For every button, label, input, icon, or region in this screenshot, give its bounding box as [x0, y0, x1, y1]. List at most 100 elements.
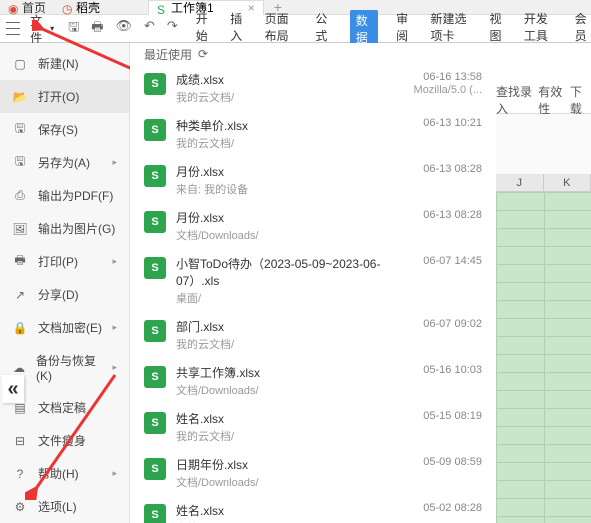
daoke-icon: ◷	[62, 2, 72, 12]
file-name: 月份.xlsx	[176, 163, 382, 180]
undo-icon[interactable]: ↶	[144, 18, 155, 40]
toolbar-download[interactable]: 下载	[570, 83, 591, 117]
sidebar-item-saveas[interactable]: 🖫 另存为(A) ▸	[0, 146, 129, 179]
ribbon-tab-formula[interactable]: 公式	[315, 10, 331, 48]
file-menu-dropdown[interactable]: 文件 ▾	[26, 12, 58, 46]
file-date: 05-02 08:28	[392, 502, 482, 514]
file-row[interactable]: S部门.xlsx我的云文档/06-07 09:02	[130, 312, 496, 358]
file-path: 文档/Downloads/	[176, 382, 382, 398]
file-row[interactable]: S种类单价.xlsx我的云文档/06-13 10:21	[130, 111, 496, 157]
col-header-j[interactable]: J	[496, 174, 544, 191]
sidebar-item-print[interactable]: 🖶 打印(P) ▸	[0, 245, 129, 278]
gear-icon: ⚙	[12, 499, 28, 515]
sidebar-label-save: 保存(S)	[38, 121, 78, 138]
ribbon-tab-devtools[interactable]: 开发工具	[524, 10, 557, 48]
spreadsheet-file-icon: S	[144, 458, 166, 480]
saveas-icon: 🖫	[12, 155, 28, 171]
grid-column-headers: J K	[496, 174, 591, 192]
spreadsheet-file-icon: S	[144, 257, 166, 279]
sidebar-item-options[interactable]: ⚙ 选项(L)	[0, 490, 129, 523]
file-name: 月份.xlsx	[176, 209, 382, 226]
recent-label: 最近使用	[144, 46, 192, 63]
sidebar-label-backup: 备份与恢复(K)	[36, 352, 102, 383]
ribbon-tab-review[interactable]: 审阅	[396, 10, 412, 48]
col-header-k[interactable]: K	[544, 174, 591, 191]
file-row[interactable]: S成绩.xlsx我的云文档/06-16 13:58Mozilla/5.0 (..…	[130, 65, 496, 111]
file-row[interactable]: S姓名.xlsx文档/Downloads/05-02 08:28	[130, 496, 496, 523]
recent-files-panel: 最近使用 ⟳ S成绩.xlsx我的云文档/06-16 13:58Mozilla/…	[130, 43, 496, 523]
sidebar-label-exportimage: 输出为图片(G)	[38, 220, 115, 237]
file-row[interactable]: S小智ToDo待办（2023-05-09~2023-06-07）.xls桌面/0…	[130, 249, 496, 312]
file-row[interactable]: S日期年份.xlsx文档/Downloads/05-09 08:59	[130, 450, 496, 496]
save-icon[interactable]: 🖫	[68, 18, 79, 40]
file-date: 06-13 08:28	[392, 163, 482, 175]
sidebar-label-encrypt: 文档加密(E)	[38, 319, 102, 336]
refresh-icon[interactable]: ⟳	[198, 47, 208, 61]
save-icon: 🖫	[12, 122, 28, 138]
ribbon-tab-insert[interactable]: 插入	[230, 10, 246, 48]
file-row[interactable]: S共享工作簿.xlsx文档/Downloads/05-16 10:03	[130, 358, 496, 404]
spreadsheet-file-icon: S	[144, 165, 166, 187]
ribbon-tabs: 开始 插入 页面布局 公式 数据 审阅 新建选项卡 视图 开发工具 会员	[196, 10, 591, 48]
collapse-chevron-icon[interactable]: «	[2, 375, 24, 403]
toolbar-validity[interactable]: 有效性	[538, 83, 570, 117]
recent-files-header: 最近使用 ⟳	[130, 43, 496, 65]
chevron-right-icon: ▸	[112, 322, 117, 333]
spreadsheet-file-icon: S	[144, 73, 166, 95]
sidebar-item-exportpdf[interactable]: ⎙ 输出为PDF(F)	[0, 179, 129, 212]
chevron-right-icon: ▸	[112, 362, 117, 373]
hamburger-icon[interactable]	[6, 20, 20, 38]
sidebar-item-share[interactable]: ↗ 分享(D)	[0, 278, 129, 311]
file-date: 05-15 08:19	[392, 410, 482, 422]
lock-icon: 🔒	[12, 320, 28, 336]
file-extra: Mozilla/5.0 (...	[392, 84, 482, 96]
file-date: 05-16 10:03	[392, 364, 482, 376]
tab-daoke-label: 稻壳	[76, 0, 100, 16]
ribbon-tab-data[interactable]: 数据	[350, 10, 378, 48]
file-path: 我的云文档/	[176, 135, 382, 151]
sidebar-item-slim[interactable]: ⊟ 文件瘦身	[0, 424, 129, 457]
quick-toolbar: 🖫 🖶 👁 ↶ ↷	[68, 18, 178, 40]
file-path: 桌面/	[176, 290, 382, 306]
spreadsheet-file-icon: S	[144, 366, 166, 388]
preview-icon[interactable]: 👁	[115, 18, 132, 40]
ribbon-tab-view[interactable]: 视图	[489, 10, 505, 48]
file-date: 06-07 14:45	[392, 255, 482, 267]
file-name: 日期年份.xlsx	[176, 456, 382, 473]
ribbon-tab-newtab[interactable]: 新建选项卡	[431, 10, 472, 48]
tab-daoke[interactable]: ◷ 稻壳	[54, 0, 108, 15]
file-list: S成绩.xlsx我的云文档/06-16 13:58Mozilla/5.0 (..…	[130, 65, 496, 523]
file-path: 我的云文档/	[176, 89, 382, 105]
pdf-icon: ⎙	[12, 188, 28, 204]
file-date: 06-16 13:58	[392, 71, 482, 83]
file-name: 部门.xlsx	[176, 318, 382, 335]
folder-open-icon: 📂	[12, 89, 28, 105]
sidebar-item-help[interactable]: ? 帮助(H) ▸	[0, 457, 129, 490]
sidebar-label-print: 打印(P)	[38, 253, 78, 270]
sidebar-label-share: 分享(D)	[38, 286, 79, 303]
file-row[interactable]: S姓名.xlsx我的云文档/05-15 08:19	[130, 404, 496, 450]
sidebar-item-open[interactable]: 📂 打开(O)	[0, 80, 129, 113]
sidebar-label-help: 帮助(H)	[38, 465, 79, 482]
sidebar-label-slim: 文件瘦身	[38, 432, 86, 449]
file-row[interactable]: S月份.xlsx来自: 我的设备06-13 08:28	[130, 157, 496, 203]
backup-icon: ☁	[12, 360, 26, 376]
ribbon-tab-member[interactable]: 会员	[575, 10, 591, 48]
ribbon-tab-start[interactable]: 开始	[196, 10, 212, 48]
file-row[interactable]: S月份.xlsx文档/Downloads/06-13 08:28	[130, 203, 496, 249]
spreadsheet-grid[interactable]: 查找录入 有效性 下载 J K	[496, 86, 591, 523]
sidebar-item-encrypt[interactable]: 🔒 文档加密(E) ▸	[0, 311, 129, 344]
chevron-right-icon: ▸	[112, 256, 117, 267]
print-icon[interactable]: 🖶	[91, 18, 103, 40]
sidebar-item-save[interactable]: 🖫 保存(S)	[0, 113, 129, 146]
file-path: 文档/Downloads/	[176, 227, 382, 243]
image-icon: 🖼	[12, 221, 28, 237]
ribbon-tab-pagelayout[interactable]: 页面布局	[265, 10, 298, 48]
file-date: 06-13 08:28	[392, 209, 482, 221]
redo-icon[interactable]: ↷	[167, 18, 178, 40]
print-icon: 🖶	[12, 254, 28, 270]
sidebar-item-new[interactable]: ▢ 新建(N)	[0, 47, 129, 80]
toolbar-findrecord[interactable]: 查找录入	[496, 83, 538, 117]
file-name: 姓名.xlsx	[176, 410, 382, 427]
sidebar-item-exportimage[interactable]: 🖼 输出为图片(G)	[0, 212, 129, 245]
